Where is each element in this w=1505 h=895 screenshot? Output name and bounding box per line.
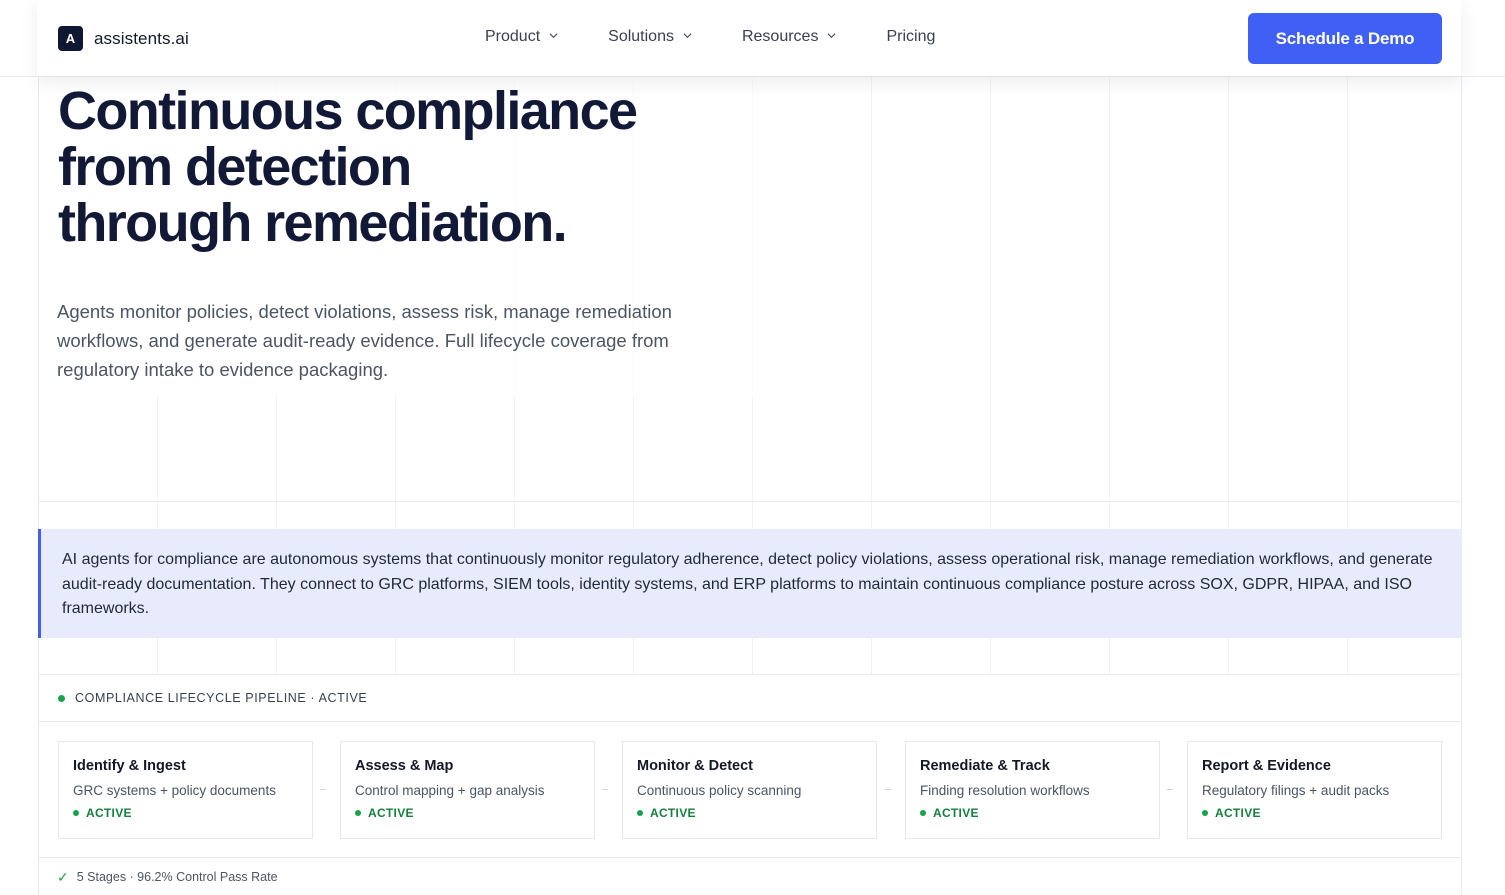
stage-status-label: ACTIVE	[86, 806, 132, 820]
section-divider	[38, 501, 1462, 502]
brand-logo[interactable]: A assistents.ai	[58, 26, 189, 51]
hero-title-line-3: through remediation.	[58, 193, 568, 253]
stage-status: ACTIVE	[73, 806, 312, 820]
page: A assistents.ai Product Solutions Resour…	[0, 0, 1505, 895]
brand-name: assistents.ai	[94, 28, 189, 48]
hero-title-line-2: from detection	[58, 137, 412, 197]
pipeline-summary: 5 Stages · 96.2% Control Pass Rate	[76, 870, 278, 884]
menu-pricing-link[interactable]: Pricing	[886, 28, 935, 46]
status-dot-icon	[1202, 810, 1208, 816]
schedule-demo-button[interactable]: Schedule a Demo	[1248, 13, 1442, 64]
stage-name: Assess & Map	[355, 758, 454, 774]
stage-connector	[1167, 789, 1173, 790]
stage-connector	[602, 789, 608, 790]
stage-description: GRC systems + policy documents	[73, 783, 276, 798]
stage-status: ACTIVE	[1202, 806, 1441, 820]
menu-product[interactable]: Product	[485, 28, 558, 46]
stage-status: ACTIVE	[637, 806, 876, 820]
top-navigation: A assistents.ai Product Solutions Resour…	[37, 0, 1461, 76]
status-dot-icon	[73, 810, 79, 816]
stage-connector	[885, 789, 891, 790]
stage-card-assess[interactable]: Assess & Map Control mapping + gap analy…	[340, 741, 595, 839]
menu-solutions[interactable]: Solutions	[608, 28, 692, 46]
stage-card-identify[interactable]: Identify & Ingest GRC systems + policy d…	[58, 741, 313, 839]
stage-description: Continuous policy scanning	[637, 783, 802, 798]
hero-subtitle: Agents monitor policies, detect violatio…	[57, 301, 672, 380]
stage-name: Monitor & Detect	[637, 758, 753, 774]
chevron-down-icon	[683, 33, 692, 39]
pipeline-header: COMPLIANCE LIFECYCLE PIPELINE · ACTIVE	[39, 675, 1461, 722]
stage-card-report[interactable]: Report & Evidence Regulatory filings + a…	[1187, 741, 1442, 839]
stage-name: Report & Evidence	[1202, 758, 1331, 774]
main-menu: Product Solutions Resources Pricing	[485, 28, 935, 46]
stage-status-label: ACTIVE	[650, 806, 696, 820]
menu-solutions-label: Solutions	[608, 28, 674, 45]
stage-name: Remediate & Track	[920, 758, 1050, 774]
menu-product-label: Product	[485, 28, 541, 45]
status-dot-icon	[58, 694, 65, 702]
menu-resources[interactable]: Resources	[742, 28, 836, 46]
stage-status: ACTIVE	[920, 806, 1159, 820]
stage-card-monitor[interactable]: Monitor & Detect Continuous policy scann…	[622, 741, 877, 839]
stage-status: ACTIVE	[355, 806, 594, 820]
status-dot-icon	[355, 810, 361, 816]
definition-callout: AI agents for compliance are autonomous …	[38, 529, 1462, 638]
check-icon: ✓	[57, 868, 69, 885]
stage-description: Finding resolution workflows	[920, 783, 1090, 798]
hero-title: Continuous compliance from detection thr…	[58, 83, 758, 251]
status-dot-icon	[637, 810, 643, 816]
stage-card-remediate[interactable]: Remediate & Track Finding resolution wor…	[905, 741, 1160, 839]
stage-status-label: ACTIVE	[1215, 806, 1261, 820]
pipeline-panel: COMPLIANCE LIFECYCLE PIPELINE · ACTIVE I…	[39, 674, 1461, 895]
menu-resources-label: Resources	[741, 28, 819, 45]
pipeline-footer: ✓ 5 Stages · 96.2% Control Pass Rate	[39, 857, 1461, 895]
chevron-down-icon	[827, 33, 836, 39]
stage-status-label: ACTIVE	[368, 806, 414, 820]
stage-description: Control mapping + gap analysis	[355, 783, 545, 798]
stage-description: Regulatory filings + audit packs	[1202, 783, 1390, 798]
pipeline-title: COMPLIANCE LIFECYCLE PIPELINE · ACTIVE	[75, 691, 368, 705]
stage-connector	[320, 789, 326, 790]
chevron-down-icon	[549, 33, 558, 39]
stage-status-label: ACTIVE	[933, 806, 979, 820]
logo-mark-icon: A	[58, 26, 83, 51]
status-dot-icon	[920, 810, 926, 816]
hero-title-line-1: Continuous compliance	[58, 81, 638, 141]
stage-name: Identify & Ingest	[73, 758, 186, 774]
